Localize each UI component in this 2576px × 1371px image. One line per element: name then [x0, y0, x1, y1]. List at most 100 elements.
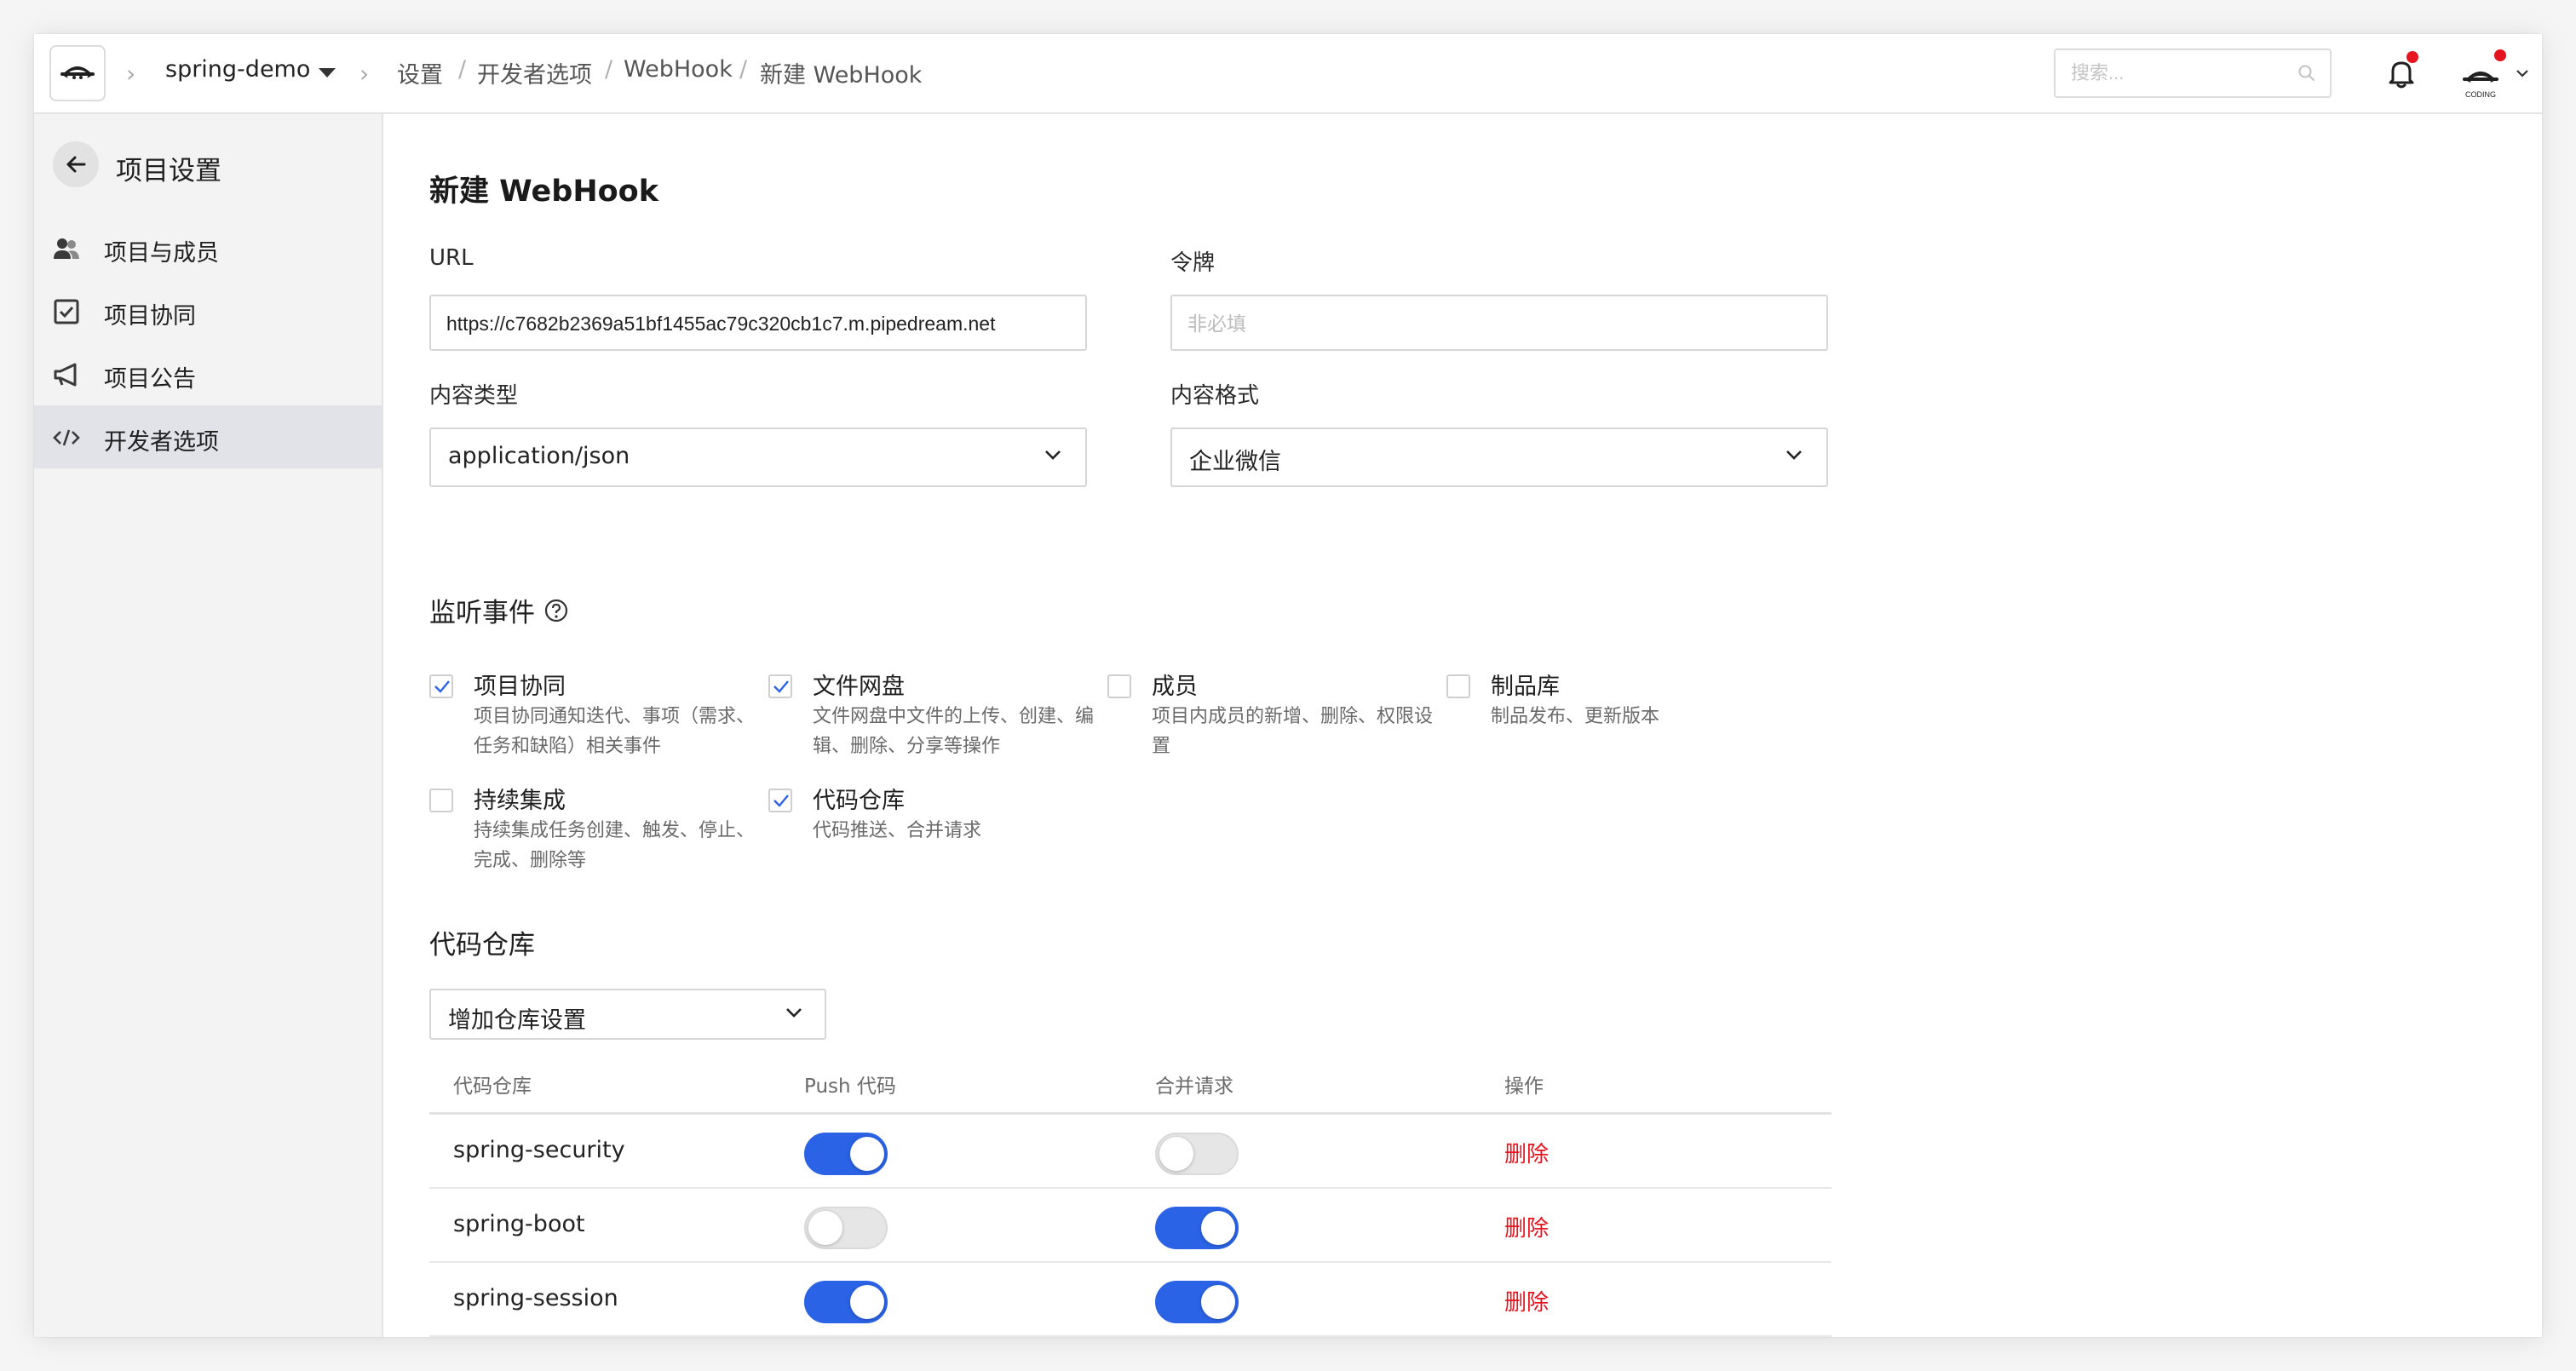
megaphone-icon [54, 363, 77, 387]
merge-toggle[interactable] [1155, 1207, 1239, 1249]
project-switcher[interactable]: spring-demo [165, 56, 310, 83]
add-repo-select-value: 增加仓库设置 [448, 1007, 586, 1034]
event-checkbox[interactable] [429, 674, 453, 698]
add-repo-select[interactable]: 增加仓库设置 [429, 989, 826, 1040]
checkbox-icon [54, 299, 79, 324]
chevron-down-icon[interactable] [2515, 68, 2530, 78]
column-header-actions: 操作 [1504, 1076, 1544, 1098]
content-format-label: 内容格式 [1170, 383, 1260, 409]
sidebar-item-announcements[interactable]: 项目公告 [34, 342, 382, 405]
arrow-left-icon [66, 156, 86, 173]
event-option-code-repo[interactable]: 代码仓库 代码推送、合并请求 [768, 782, 1084, 875]
token-input[interactable] [1187, 310, 1809, 337]
event-title: 代码仓库 [813, 788, 905, 814]
content-type-value: application/json [448, 443, 630, 469]
chevron-right-icon: › [126, 60, 136, 88]
push-toggle[interactable] [804, 1207, 888, 1249]
sidebar-item-label: 项目协同 [104, 303, 196, 330]
event-title: 成员 [1152, 674, 1198, 700]
main-content: 新建 WebHook URL 令牌 内容类型 application/json … [385, 114, 2542, 1337]
merge-toggle[interactable] [1155, 1281, 1239, 1323]
table-row: spring-boot 删除 [429, 1189, 1831, 1263]
svg-text:CODING: CODING [2465, 90, 2496, 99]
breadcrumb-divider: / [605, 56, 613, 83]
check-icon [773, 794, 789, 807]
toggle-knob [1201, 1211, 1235, 1245]
chevron-down-icon [1045, 450, 1061, 460]
breadcrumb-webhook[interactable]: WebHook [624, 56, 733, 83]
event-checkbox[interactable] [1446, 674, 1470, 698]
event-checkbox[interactable] [429, 789, 453, 812]
event-option-ci[interactable]: 持续集成 持续集成任务创建、触发、停止、完成、删除等 [429, 782, 755, 875]
event-title: 文件网盘 [813, 674, 905, 700]
sidebar-item-collaboration[interactable]: 项目协同 [34, 279, 382, 342]
toggle-knob [850, 1137, 884, 1171]
event-checkbox[interactable] [768, 674, 792, 698]
sidebar-item-label: 开发者选项 [104, 429, 219, 456]
event-option-file-drive[interactable]: 文件网盘 文件网盘中文件的上传、创建、编辑、删除、分享等操作 [768, 668, 1094, 761]
breadcrumb-settings[interactable]: 设置 [397, 56, 443, 89]
help-icon[interactable] [543, 598, 569, 623]
token-label: 令牌 [1170, 250, 1216, 276]
event-option-artifacts[interactable]: 制品库 制品发布、更新版本 [1446, 668, 1762, 761]
back-button[interactable] [53, 141, 99, 187]
app-window: › spring-demo › 设置 / 开发者选项 / WebHook / 新… [34, 34, 2542, 1337]
content-type-select[interactable]: application/json [429, 427, 1087, 487]
event-title: 持续集成 [474, 788, 566, 814]
repo-name: spring-boot [453, 1211, 585, 1237]
push-toggle[interactable] [804, 1133, 888, 1175]
coding-logo-button[interactable] [49, 45, 106, 101]
event-option-collaboration[interactable]: 项目协同 项目协同通知迭代、事项（需求、任务和缺陷）相关事件 [429, 668, 755, 761]
breadcrumb-developer-options[interactable]: 开发者选项 [477, 56, 592, 89]
chevron-down-icon [786, 1008, 802, 1018]
table-row: spring-session 删除 [429, 1263, 1831, 1337]
sidebar: 项目设置 项目与成员 项目协同 项目公告 开发者选项 [34, 114, 383, 1337]
breadcrumb-current: 新建 WebHook [760, 62, 923, 89]
check-icon [434, 680, 450, 693]
content-format-select[interactable]: 企业微信 [1170, 427, 1828, 487]
column-header-merge: 合并请求 [1155, 1076, 1233, 1098]
caret-down-icon[interactable] [319, 68, 336, 77]
sidebar-item-members[interactable]: 项目与成员 [34, 216, 382, 279]
search-box [2054, 49, 2332, 98]
notification-badge [2406, 51, 2418, 63]
users-icon [54, 238, 79, 259]
toggle-knob [850, 1285, 884, 1319]
sidebar-item-label: 项目公告 [104, 366, 196, 393]
event-option-members[interactable]: 成员 项目内成员的新增、删除、权限设置 [1107, 668, 1433, 761]
column-header-push: Push 代码 [804, 1076, 896, 1098]
repo-name: spring-session [453, 1285, 618, 1311]
token-field-box [1170, 295, 1828, 351]
sidebar-title: 项目设置 [116, 156, 221, 186]
sidebar-item-label: 项目与成员 [104, 240, 219, 267]
search-icon[interactable] [2297, 64, 2316, 83]
push-toggle[interactable] [804, 1281, 888, 1323]
event-checkbox[interactable] [768, 789, 792, 812]
search-input[interactable] [2071, 60, 2284, 86]
code-icon [53, 429, 80, 446]
column-header-repo: 代码仓库 [453, 1076, 532, 1098]
merge-toggle[interactable] [1155, 1133, 1239, 1175]
toggle-knob [1159, 1137, 1193, 1171]
event-description: 代码推送、合并请求 [813, 820, 982, 841]
breadcrumb-divider: / [739, 56, 748, 83]
url-label: URL [429, 245, 474, 271]
page-title: 新建 WebHook [429, 175, 658, 209]
event-description: 文件网盘中文件的上传、创建、编辑、删除、分享等操作 [813, 706, 1095, 757]
event-title: 制品库 [1491, 674, 1560, 700]
sidebar-item-developer-options[interactable]: 开发者选项 [34, 405, 382, 468]
url-input[interactable] [446, 310, 1068, 337]
content-format-value: 企业微信 [1189, 449, 1281, 475]
check-icon [773, 680, 789, 693]
chevron-down-icon [1786, 450, 1802, 460]
delete-link[interactable]: 删除 [1504, 1285, 1549, 1317]
delete-link[interactable]: 删除 [1504, 1137, 1549, 1168]
event-description: 项目内成员的新增、删除、权限设置 [1152, 706, 1434, 757]
delete-link[interactable]: 删除 [1504, 1211, 1549, 1242]
coding-logo-icon [60, 66, 95, 82]
chevron-right-icon: › [359, 60, 370, 88]
repo-name: spring-security [453, 1137, 625, 1163]
event-checkbox[interactable] [1107, 674, 1131, 698]
table-row: spring-security 删除 [429, 1115, 1831, 1189]
url-field-box [429, 295, 1087, 351]
